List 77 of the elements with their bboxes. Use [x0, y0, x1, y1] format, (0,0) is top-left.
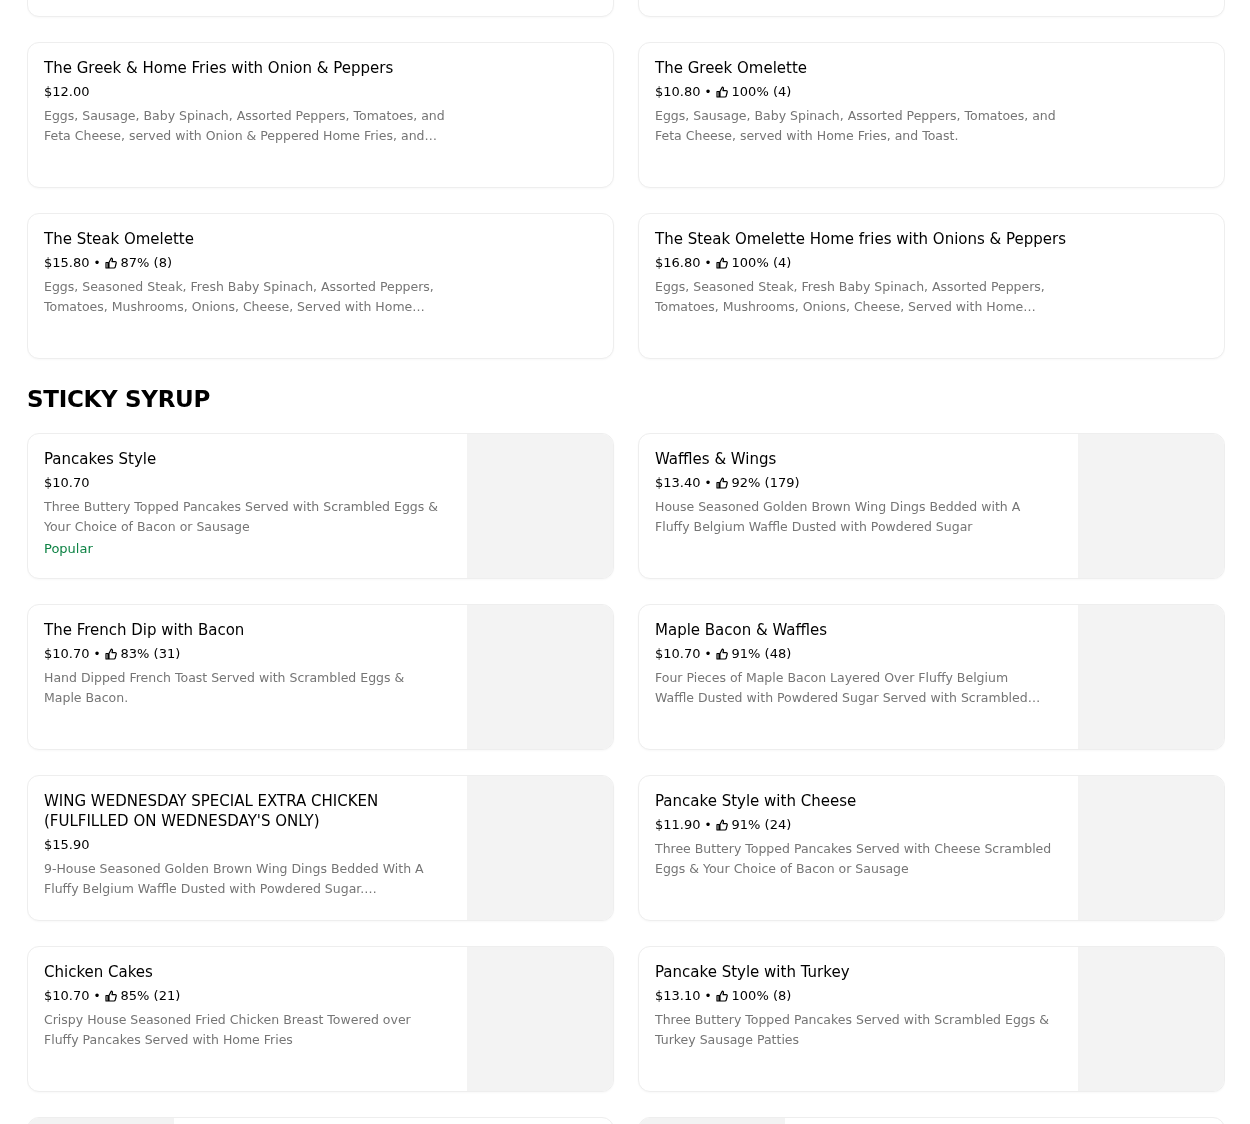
- thumbs-up-icon: [715, 819, 728, 831]
- thumbs-up-icon: [104, 257, 117, 269]
- item-description: House Seasoned Golden Brown Wing Dings Bedded with A Fluffy Belgium Waffle Dusted with Powdered Sugar: [655, 498, 1022, 536]
- thumbs-up-icon: [104, 648, 117, 660]
- separator-dot: •: [93, 255, 101, 272]
- item-rating: 91% (48): [731, 645, 792, 663]
- separator-dot: •: [93, 646, 101, 663]
- item-description: Three Buttery Topped Pancakes Served with Scrambled Eggs & Turkey Sausage Patties: [655, 1011, 1050, 1049]
- item-rating: 87% (8): [120, 254, 173, 272]
- item-price: $10.70: [44, 474, 90, 492]
- item-description: 9-House Seasoned Golden Brown Wing Dings Bedded With A Fluffy Belgium Waffle Dusted with Powdered Sugar.…: [44, 860, 425, 898]
- item-price: $15.90: [44, 836, 90, 854]
- item-description: Three Buttery Topped Pancakes Served with Cheese Scrambled Eggs & Your Choice of Bacon or Sausage: [655, 840, 1053, 878]
- item-price: $15.80: [44, 254, 90, 272]
- separator-dot: •: [93, 988, 101, 1005]
- menu-item-card[interactable]: Pancake Style with Turkey $13.10 • 100% (8) Three Buttery Topped Pancakes Served with Scrambled Eggs & Turkey Sausage Patties: [638, 946, 1225, 1092]
- item-rating: 91% (24): [731, 816, 792, 834]
- item-rating: 100% (8): [731, 987, 792, 1005]
- separator-dot: •: [704, 255, 712, 272]
- item-price: $10.80: [655, 83, 701, 101]
- item-price: $11.90: [655, 816, 701, 834]
- item-name: The Steak Omelette: [44, 229, 195, 249]
- item-rating: 100% (4): [731, 83, 792, 101]
- item-price: $12.00: [44, 83, 90, 101]
- menu-item-card[interactable]: Pancakes Style $10.70 Three Buttery Topped Pancakes Served with Scrambled Eggs & Your Choice of Bacon or Sausage Popular: [27, 433, 614, 579]
- thumbs-up-icon: [715, 477, 728, 489]
- item-rating: 100% (4): [731, 254, 792, 272]
- item-rating: 83% (31): [120, 645, 181, 663]
- item-description: Eggs, Seasoned Steak, Fresh Baby Spinach, Assorted Peppers, Tomatoes, Mushrooms, Onions, Cheese, Served with Home…: [655, 278, 1046, 316]
- menu-item-card[interactable]: The Greek & Home Fries with Onion & Peppers $12.00 Eggs, Sausage, Baby Spinach, Assorted Peppers, Tomatoes, and Feta Cheese, served with Onion & Peppered Home Fries, and…: [27, 42, 614, 188]
- popular-tag: Popular: [44, 539, 451, 559]
- item-description: Eggs, Seasoned Steak, Fresh Baby Spinach, Assorted Peppers, Tomatoes, Mushrooms, Onions, Cheese, Served with Home…: [44, 278, 435, 316]
- thumbs-up-icon: [715, 257, 728, 269]
- thumbs-up-icon: [715, 648, 728, 660]
- item-rating: 85% (21): [120, 987, 181, 1005]
- separator-dot: •: [704, 84, 712, 101]
- thumbs-up-icon: [715, 86, 728, 98]
- menu-item-card[interactable]: The Steak Omelette $15.80 • 87% (8) Eggs, Seasoned Steak, Fresh Baby Spinach, Assorted Peppers, Tomatoes, Mushrooms, Onions, Cheese, Served with Home…: [27, 213, 614, 359]
- item-description: Three Buttery Topped Pancakes Served with Scrambled Eggs & Your Choice of Bacon or Sausage: [44, 498, 439, 536]
- item-price: $13.40: [655, 474, 701, 492]
- item-name: The Greek & Home Fries with Onion & Peppers: [44, 58, 395, 78]
- menu-item-card[interactable]: Waffles & Wings $13.40 • 92% (179) House Seasoned Golden Brown Wing Dings Bedded with A Fluffy Belgium Waffle Dusted with Powdered Sugar: [638, 433, 1225, 579]
- menu-item-card[interactable]: The Greek Omelette $10.80 • 100% (4) Eggs, Sausage, Baby Spinach, Assorted Peppers, Tomatoes, and Feta Cheese, served with Home Fries, and Toast.: [638, 42, 1225, 188]
- section-heading: STICKY SYRUP: [27, 385, 212, 413]
- item-price: $10.70: [44, 987, 90, 1005]
- thumbs-up-icon: [104, 990, 117, 1002]
- item-name: Pancake Style with Cheese: [655, 791, 858, 811]
- item-rating: 92% (179): [731, 474, 800, 492]
- menu-item-card[interactable]: WING WEDNESDAY SPECIAL EXTRA CHICKEN (FULFILLED ON WEDNESDAY'S ONLY) $15.90 9-House Seasoned Golden Brown Wing Dings Bedded With A Fluffy Belgium Waffle Dusted with Powdered Sugar.…: [27, 775, 614, 921]
- item-price: $13.10: [655, 987, 701, 1005]
- item-name: The French Dip with Bacon: [44, 620, 246, 640]
- item-price: $16.80: [655, 254, 701, 272]
- item-name: The Steak Omelette Home fries with Onions & Peppers: [655, 229, 1068, 249]
- item-name: WING WEDNESDAY SPECIAL EXTRA CHICKEN (FULFILLED ON WEDNESDAY'S ONLY): [44, 791, 380, 831]
- separator-dot: •: [704, 988, 712, 1005]
- separator-dot: •: [704, 817, 712, 834]
- item-description: Eggs, Sausage, Baby Spinach, Assorted Peppers, Tomatoes, and Feta Cheese, served with Home Fries, and Toast.: [655, 107, 1057, 145]
- menu-item-card[interactable]: Chicken Cakes $10.70 • 85% (21) Crispy House Seasoned Fried Chicken Breast Towered over Fluffy Pancakes Served with Home Fries: [27, 946, 614, 1092]
- menu-item-card[interactable]: The Steak Omelette Home fries with Onions & Peppers $16.80 • 100% (4) Eggs, Seasoned Steak, Fresh Baby Spinach, Assorted Peppers, Tomatoes, Mushrooms, Onions, Cheese, Served with Home…: [638, 213, 1225, 359]
- item-price: $10.70: [655, 645, 701, 663]
- thumbs-up-icon: [715, 990, 728, 1002]
- separator-dot: •: [704, 475, 712, 492]
- separator-dot: •: [704, 646, 712, 663]
- item-description: Crispy House Seasoned Fried Chicken Breast Towered over Fluffy Pancakes Served with Home Fries: [44, 1011, 412, 1049]
- item-name: Chicken Cakes: [44, 962, 154, 982]
- item-description: Eggs, Sausage, Baby Spinach, Assorted Peppers, Tomatoes, and Feta Cheese, served with Onion & Peppered Home Fries, and…: [44, 107, 446, 145]
- menu-item-card[interactable]: Maple Bacon & Waffles $10.70 • 91% (48) Four Pieces of Maple Bacon Layered Over Fluffy Belgium Waffle Dusted with Powdered Sugar Served with Scrambled…: [638, 604, 1225, 750]
- item-name: Pancake Style with Turkey: [655, 962, 851, 982]
- item-description: Hand Dipped French Toast Served with Scrambled Eggs & Maple Bacon.: [44, 669, 406, 707]
- menu-item-card[interactable]: Pancake Style with Cheese $11.90 • 91% (24) Three Buttery Topped Pancakes Served with Cheese Scrambled Eggs & Your Choice of Bacon or Sausage: [638, 775, 1225, 921]
- item-name: Waffles & Wings: [655, 449, 778, 469]
- item-name: Pancakes Style: [44, 449, 158, 469]
- item-name: Maple Bacon & Waffles: [655, 620, 829, 640]
- item-name: The Greek Omelette: [655, 58, 809, 78]
- item-price: $10.70: [44, 645, 90, 663]
- item-description: Four Pieces of Maple Bacon Layered Over Fluffy Belgium Waffle Dusted with Powdered Sugar Served with Scrambled…: [655, 669, 1042, 707]
- menu-item-card[interactable]: The French Dip with Bacon $10.70 • 83% (31) Hand Dipped French Toast Served with Scrambled Eggs & Maple Bacon.: [27, 604, 614, 750]
